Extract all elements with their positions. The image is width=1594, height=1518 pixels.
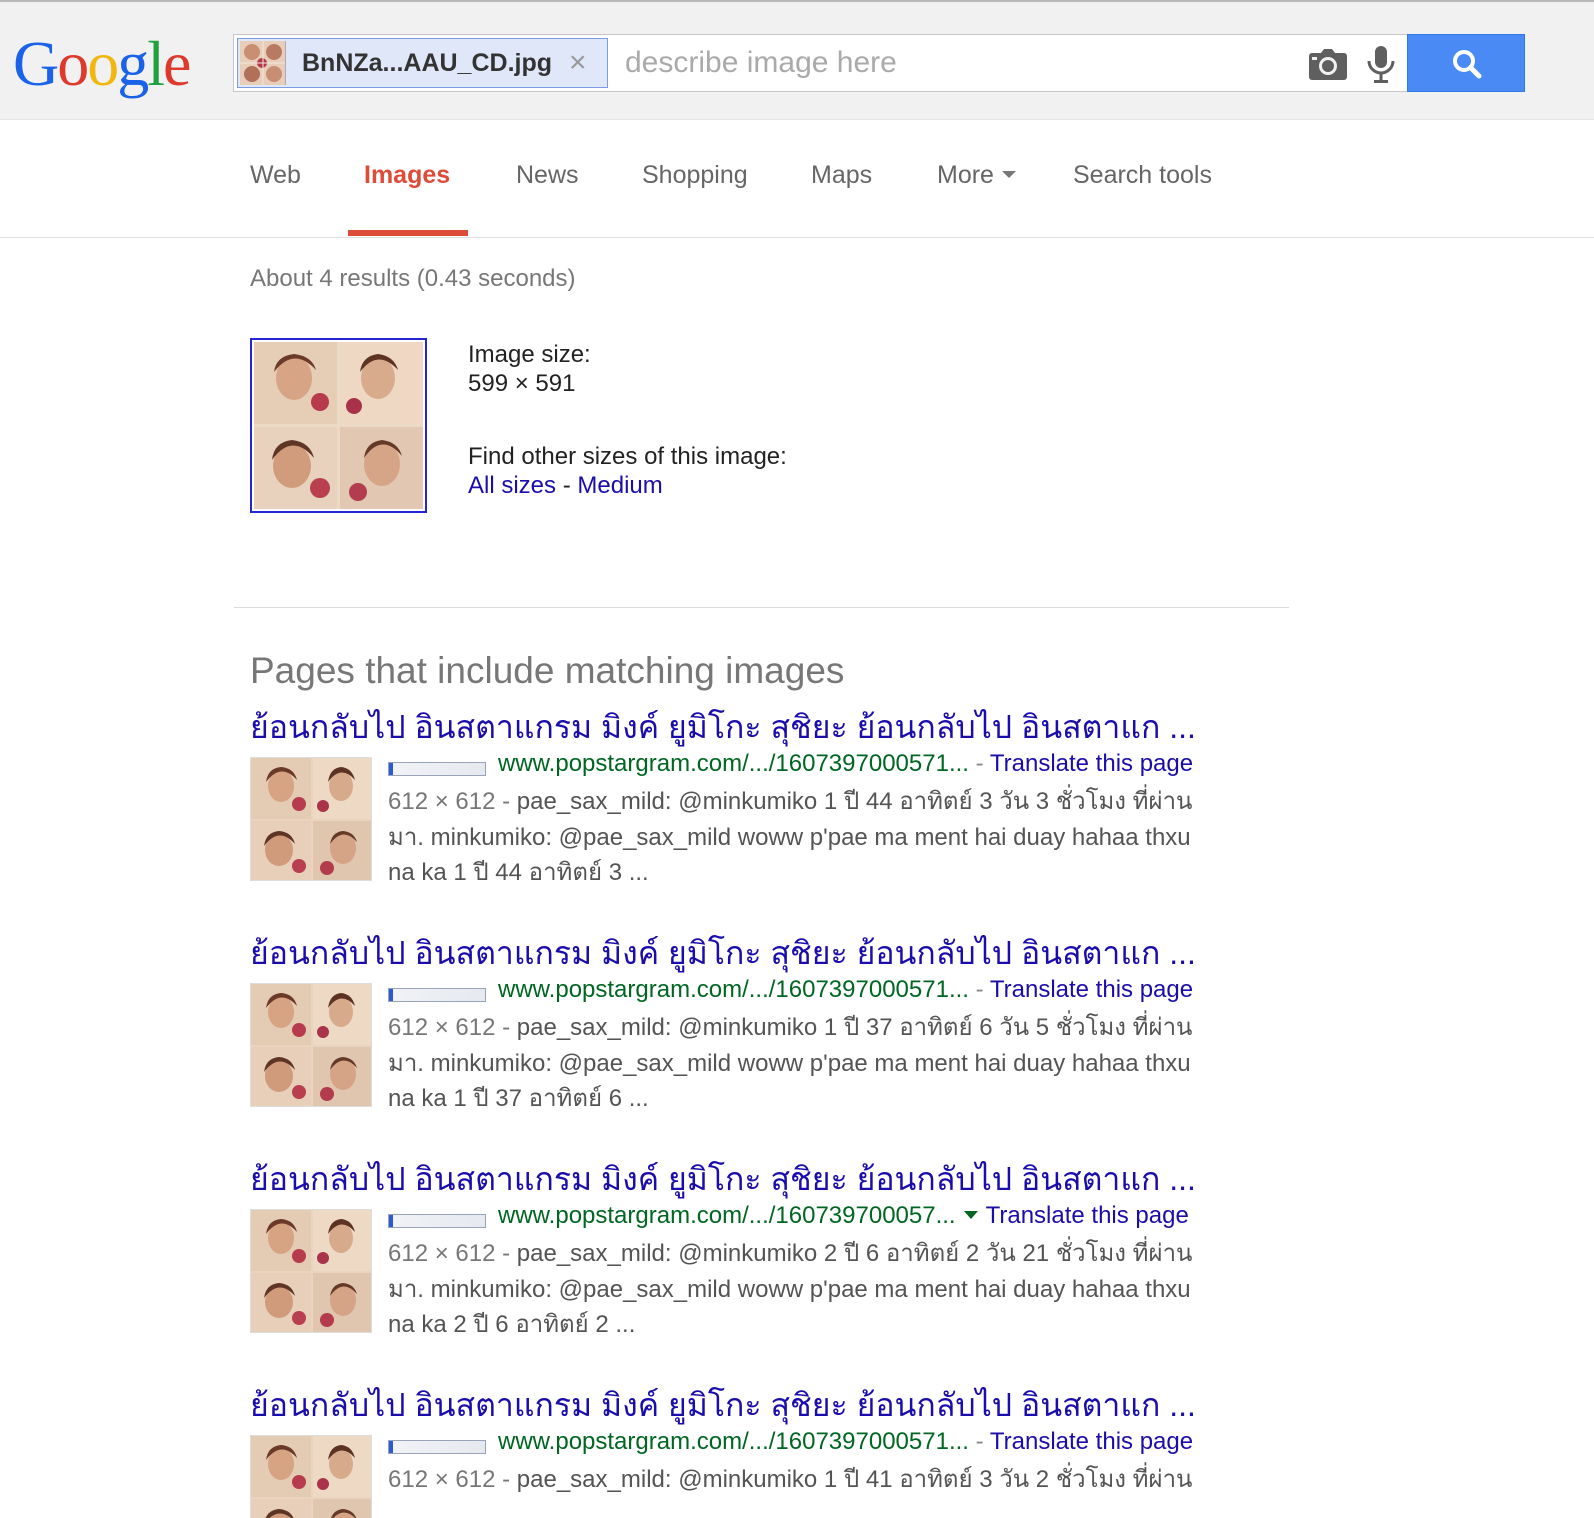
search-button[interactable] <box>1407 34 1525 92</box>
snippet-separator: - <box>502 1240 511 1267</box>
result-url-line: www.popstargram.com/.../160739700057... T… <box>498 1201 1189 1231</box>
search-result: ย้อนกลับไป อินสตาแกรม มิงค์ ยูมิโกะ สุชิ… <box>250 1385 1260 1518</box>
snippet-line-1: pae_sax_mild: @minkumiko 1 ปี 37 อาทิตย์… <box>516 1014 1193 1041</box>
snippet-separator: - <box>502 1466 511 1493</box>
tab-web[interactable]: Web <box>250 161 301 190</box>
result-title-link[interactable]: ย้อนกลับไป อินสตาแกรม มิงค์ ยูมิโกะ สุชิ… <box>250 933 1196 973</box>
logo-letter: g <box>117 28 149 99</box>
result-thumbnail[interactable] <box>250 983 372 1107</box>
tab-more-label: More <box>937 161 994 189</box>
result-url[interactable]: www.popstargram.com/.../1607397000571... <box>498 976 969 1003</box>
tab-maps[interactable]: Maps <box>811 161 872 190</box>
result-dimensions: 612 × 612 <box>388 788 496 815</box>
tab-news[interactable]: News <box>516 161 579 190</box>
google-logo[interactable]: Google <box>13 28 191 100</box>
result-url-line: www.popstargram.com/.../1607397000571...… <box>498 975 1193 1005</box>
search-box[interactable]: BnNZa...AAU_CD.jpg × <box>233 34 1409 92</box>
snippet-line-2: มา. minkumiko: @pae_sax_mild woww p'pae … <box>388 1049 1191 1077</box>
camera-icon[interactable] <box>1308 49 1348 81</box>
snippet-line-1: pae_sax_mild: @minkumiko 2 ปี 6 อาทิตย์ … <box>516 1240 1193 1267</box>
pagerank-bar <box>388 1214 486 1228</box>
tab-more[interactable]: More <box>937 161 1016 190</box>
tab-search-tools[interactable]: Search tools <box>1073 161 1212 190</box>
snippet-line-2: มา. minkumiko: @pae_sax_mild woww p'pae … <box>388 823 1191 851</box>
translate-link[interactable]: Translate this page <box>990 750 1193 777</box>
image-info: Image size: 599 × 591 Find other sizes o… <box>468 340 787 500</box>
translate-link[interactable]: Translate this page <box>990 1428 1193 1455</box>
url-separator: - <box>975 976 984 1003</box>
medium-size-link[interactable]: Medium <box>577 472 662 499</box>
result-url[interactable]: www.popstargram.com/.../1607397000571... <box>498 750 969 777</box>
result-snippet: 612 × 612 - pae_sax_mild: @minkumiko 1 ป… <box>388 1462 1258 1498</box>
search-icon <box>1453 50 1482 79</box>
snippet-line-3: na ka 2 ปี 6 อาทิตย์ 2 ... <box>388 1311 636 1338</box>
result-thumbnail[interactable] <box>250 757 372 881</box>
section-divider <box>234 607 1289 608</box>
url-separator: - <box>975 1428 984 1455</box>
result-title-link[interactable]: ย้อนกลับไป อินสตาแกรม มิงค์ ยูมิโกะ สุชิ… <box>250 1159 1196 1199</box>
result-snippet: 612 × 612 - pae_sax_mild: @minkumiko 2 ป… <box>388 1236 1258 1343</box>
uploaded-image-chip[interactable]: BnNZa...AAU_CD.jpg × <box>237 38 608 88</box>
microphone-icon[interactable] <box>1366 45 1396 85</box>
sizes-separator: - <box>562 472 571 499</box>
result-dimensions: 612 × 612 <box>388 1014 496 1041</box>
result-snippet: 612 × 612 - pae_sax_mild: @minkumiko 1 ป… <box>388 784 1258 891</box>
result-dimensions: 612 × 612 <box>388 1466 496 1493</box>
result-url[interactable]: www.popstargram.com/.../1607397000571... <box>498 1428 969 1455</box>
logo-letter: G <box>13 28 59 99</box>
snippet-line-3: na ka 1 ปี 44 อาทิตย์ 3 ... <box>388 859 649 886</box>
snippet-line-1: pae_sax_mild: @minkumiko 1 ปี 41 อาทิตย์… <box>516 1466 1193 1493</box>
query-image[interactable] <box>250 338 427 513</box>
logo-letter: o <box>57 28 89 99</box>
result-url[interactable]: www.popstargram.com/.../160739700057... <box>498 1202 956 1229</box>
tab-shopping[interactable]: Shopping <box>642 161 748 190</box>
snippet-line-2: มา. minkumiko: @pae_sax_mild woww p'pae … <box>388 1275 1191 1303</box>
search-tabs: Web Images News Shopping Maps More Searc… <box>0 121 1594 238</box>
other-sizes-label: Find other sizes of this image: <box>468 443 787 470</box>
logo-letter: o <box>87 28 119 99</box>
pagerank-bar <box>388 762 486 776</box>
result-thumbnail[interactable] <box>250 1435 372 1518</box>
tab-images[interactable]: Images <box>364 161 450 190</box>
search-result: ย้อนกลับไป อินสตาแกรม มิงค์ ยูมิโกะ สุชิ… <box>250 933 1260 1113</box>
result-title-link[interactable]: ย้อนกลับไป อินสตาแกรม มิงค์ ยูมิโกะ สุชิ… <box>250 1385 1196 1425</box>
search-result: ย้อนกลับไป อินสตาแกรม มิงค์ ยูมิโกะ สุชิ… <box>250 1159 1260 1339</box>
snippet-separator: - <box>502 788 511 815</box>
all-sizes-link[interactable]: All sizes <box>468 472 556 499</box>
active-tab-indicator <box>348 230 468 236</box>
search-result: ย้อนกลับไป อินสตาแกรม มิงค์ ยูมิโกะ สุชิ… <box>250 707 1260 887</box>
uploaded-image-thumbnail <box>240 41 286 85</box>
section-title: Pages that include matching images <box>250 650 845 691</box>
header: Google BnNZa...AAU_CD.jpg × <box>0 2 1594 120</box>
snippet-separator: - <box>502 1014 511 1041</box>
remove-image-icon[interactable]: × <box>569 45 587 81</box>
result-url-line: www.popstargram.com/.../1607397000571...… <box>498 749 1193 779</box>
result-url-line: www.popstargram.com/.../1607397000571...… <box>498 1427 1193 1457</box>
chevron-down-icon <box>1001 170 1016 178</box>
snippet-line-1: pae_sax_mild: @minkumiko 1 ปี 44 อาทิตย์… <box>516 788 1193 815</box>
pagerank-bar <box>388 988 486 1002</box>
result-stats: About 4 results (0.43 seconds) <box>250 265 576 292</box>
result-title-link[interactable]: ย้อนกลับไป อินสตาแกรม มิงค์ ยูมิโกะ สุชิ… <box>250 707 1196 747</box>
translate-link[interactable]: Translate this page <box>990 976 1193 1003</box>
logo-letter: l <box>147 28 165 99</box>
logo-letter: e <box>163 28 191 99</box>
url-separator: - <box>975 750 984 777</box>
uploaded-file-name: BnNZa...AAU_CD.jpg <box>302 49 552 77</box>
chevron-down-icon[interactable] <box>963 1211 978 1220</box>
search-input[interactable] <box>625 43 1285 83</box>
result-snippet: 612 × 612 - pae_sax_mild: @minkumiko 1 ป… <box>388 1010 1258 1117</box>
translate-link[interactable]: Translate this page <box>986 1202 1189 1229</box>
pagerank-bar <box>388 1440 486 1454</box>
snippet-line-3: na ka 1 ปี 37 อาทิตย์ 6 ... <box>388 1085 649 1112</box>
result-dimensions: 612 × 612 <box>388 1240 496 1267</box>
image-size-value: 599 × 591 <box>468 370 576 397</box>
result-thumbnail[interactable] <box>250 1209 372 1333</box>
image-size-label: Image size: <box>468 341 591 368</box>
